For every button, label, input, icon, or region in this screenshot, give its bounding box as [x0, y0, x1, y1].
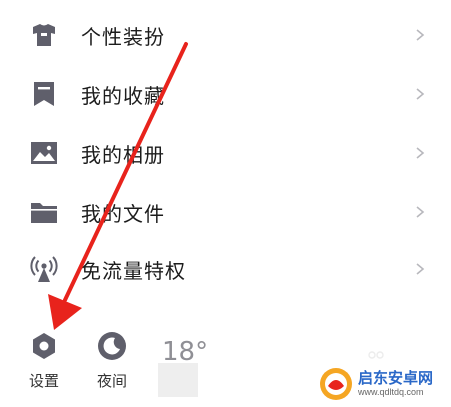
chevron-right-icon — [413, 87, 427, 101]
settings-label: 设置 — [28, 372, 59, 390]
watermark-url: www.qdltdq.com — [358, 387, 424, 397]
menu-item-label: 个性装扮 — [81, 24, 165, 49]
menu-item-album[interactable]: 我的相册 — [0, 124, 451, 182]
moon-icon — [96, 330, 128, 362]
night-mode-button[interactable]: 夜间 — [86, 330, 138, 392]
chevron-right-icon — [413, 262, 427, 276]
menu-item-label: 我的相册 — [81, 142, 165, 167]
folder-icon — [30, 198, 58, 226]
menu-item-label: 我的收藏 — [81, 83, 165, 108]
signal-tower-icon — [30, 255, 58, 283]
watermark-title: 启东安卓网 — [358, 369, 434, 387]
menu-item-free-data[interactable]: 免流量特权 — [0, 240, 451, 298]
more-icon — [366, 349, 386, 361]
settings-button[interactable]: 设置 — [18, 330, 70, 392]
night-label: 夜间 — [96, 372, 127, 390]
bookmark-icon — [30, 80, 58, 108]
chevron-right-icon — [413, 146, 427, 160]
menu-item-label: 我的文件 — [81, 201, 165, 226]
menu-item-theme[interactable]: 个性装扮 — [0, 6, 451, 64]
weather-info-blurred — [158, 363, 198, 397]
menu-item-files[interactable]: 我的文件 — [0, 183, 451, 241]
chevron-right-icon — [413, 205, 427, 219]
watermark: 启东安卓网 www.qdltdq.com — [318, 364, 448, 404]
image-icon — [30, 139, 58, 167]
watermark-logo-icon — [318, 366, 354, 402]
menu-item-favorites[interactable]: 我的收藏 — [0, 65, 451, 123]
chevron-right-icon — [413, 28, 427, 42]
gear-icon — [28, 330, 60, 362]
tshirt-icon — [30, 21, 58, 49]
menu-item-label: 免流量特权 — [81, 258, 186, 283]
